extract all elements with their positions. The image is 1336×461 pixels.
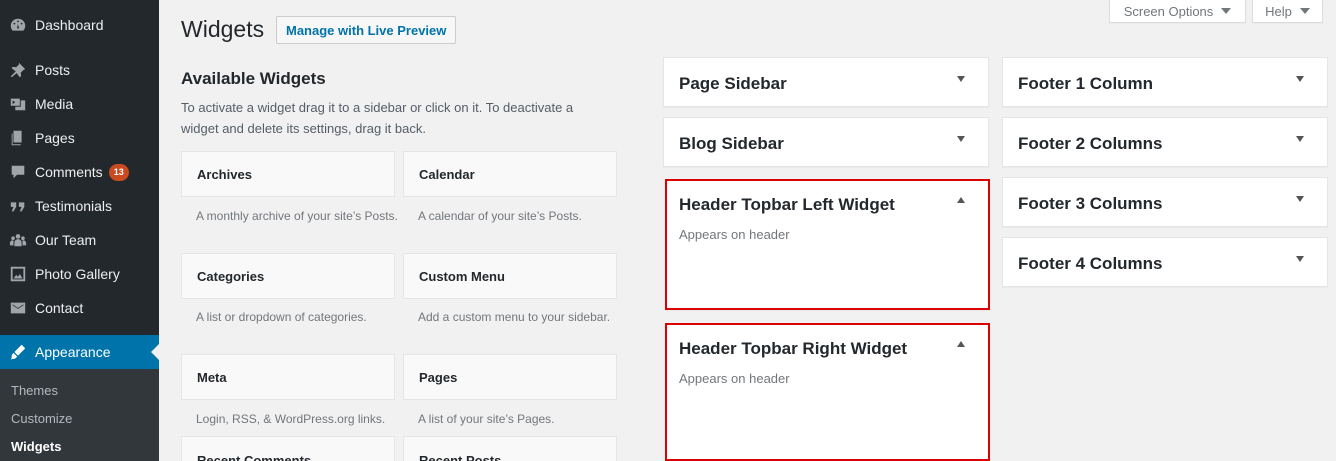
dashboard-icon bbox=[0, 16, 35, 34]
sidebar-blog-sidebar[interactable]: Blog Sidebar bbox=[663, 117, 989, 167]
toggle-arrow-icon[interactable] bbox=[957, 136, 965, 142]
menu-item-dashboard[interactable]: Dashboard bbox=[0, 8, 159, 42]
screen-options-button[interactable]: Screen Options bbox=[1109, 0, 1246, 23]
sidebar-title: Page Sidebar bbox=[679, 74, 787, 93]
menu-label: Photo Gallery bbox=[35, 266, 120, 282]
widget-description: Login, RSS, & WordPress.org links. bbox=[196, 412, 386, 426]
widget-archives[interactable]: Archives bbox=[181, 151, 395, 197]
toggle-arrow-icon[interactable] bbox=[1296, 136, 1304, 142]
widget-description: Add a custom menu to your sidebar. bbox=[418, 310, 611, 324]
sidebar-footer-1-column[interactable]: Footer 1 Column bbox=[1002, 57, 1328, 107]
email-icon bbox=[0, 299, 35, 317]
pin-icon bbox=[0, 61, 35, 79]
menu-item-appearance[interactable]: Appearance bbox=[0, 335, 159, 369]
sidebar-page-sidebar[interactable]: Page Sidebar bbox=[663, 57, 989, 107]
widget-pages[interactable]: Pages bbox=[403, 354, 617, 400]
menu-item-photo-gallery[interactable]: Photo Gallery bbox=[0, 257, 159, 291]
widget-recent-posts[interactable]: Recent Posts bbox=[403, 436, 617, 461]
sidebar-description: Appears on header bbox=[679, 371, 790, 386]
widget-description: A list or dropdown of categories. bbox=[196, 310, 367, 324]
widget-custom-menu[interactable]: Custom Menu bbox=[403, 253, 617, 299]
available-widgets-title: Available Widgets bbox=[181, 69, 326, 88]
screen-options-label: Screen Options bbox=[1123, 3, 1214, 19]
sidebar-footer-4-columns[interactable]: Footer 4 Columns bbox=[1002, 237, 1328, 287]
appearance-submenu: Themes Customize Widgets bbox=[0, 369, 159, 461]
sidebar-title: Footer 3 Columns bbox=[1018, 194, 1163, 213]
manage-live-preview-button[interactable]: Manage with Live Preview bbox=[276, 16, 457, 44]
menu-item-media[interactable]: Media bbox=[0, 87, 159, 121]
toggle-arrow-icon[interactable] bbox=[1296, 76, 1304, 82]
menu-label: Pages bbox=[35, 130, 75, 146]
menu-label: Posts bbox=[35, 62, 71, 78]
current-menu-arrow bbox=[151, 344, 159, 360]
widget-description: A calendar of your site’s Posts. bbox=[418, 209, 582, 223]
quote-icon bbox=[0, 197, 35, 215]
sidebar-header-topbar-right[interactable]: Header Topbar Right Widget Appears on he… bbox=[665, 323, 990, 461]
menu-label: Media bbox=[35, 96, 74, 112]
chevron-down-icon bbox=[1221, 8, 1232, 14]
sidebar-header-topbar-left[interactable]: Header Topbar Left Widget Appears on hea… bbox=[665, 179, 990, 310]
menu-label: Comments bbox=[35, 164, 103, 180]
sidebar-title: Header Topbar Left Widget bbox=[679, 195, 895, 214]
sidebar-title: Blog Sidebar bbox=[679, 134, 784, 153]
menu-item-contact[interactable]: Contact bbox=[0, 291, 159, 325]
toggle-arrow-icon[interactable] bbox=[1296, 256, 1304, 262]
menu-item-pages[interactable]: Pages bbox=[0, 121, 159, 155]
help-label: Help bbox=[1265, 3, 1292, 19]
sidebar-title: Footer 1 Column bbox=[1018, 74, 1154, 93]
menu-label: Appearance bbox=[35, 344, 111, 360]
gallery-icon bbox=[0, 265, 35, 283]
brush-icon bbox=[0, 343, 35, 361]
chevron-down-icon bbox=[1299, 8, 1310, 14]
menu-item-posts[interactable]: Posts bbox=[0, 53, 159, 87]
menu-item-our-team[interactable]: Our Team bbox=[0, 223, 159, 257]
comment-icon bbox=[0, 163, 35, 181]
toggle-arrow-icon[interactable] bbox=[957, 341, 965, 347]
groups-icon bbox=[0, 231, 35, 249]
sidebar-footer-3-columns[interactable]: Footer 3 Columns bbox=[1002, 177, 1328, 227]
widget-description: A list of your site’s Pages. bbox=[418, 412, 555, 426]
toggle-arrow-icon[interactable] bbox=[1296, 196, 1304, 202]
pages-icon bbox=[0, 129, 35, 147]
toggle-arrow-icon[interactable] bbox=[957, 76, 965, 82]
sidebar-title: Footer 4 Columns bbox=[1018, 254, 1163, 273]
sidebar-footer-2-columns[interactable]: Footer 2 Columns bbox=[1002, 117, 1328, 167]
widget-meta[interactable]: Meta bbox=[181, 354, 395, 400]
menu-label: Contact bbox=[35, 300, 84, 316]
media-icon bbox=[0, 95, 35, 113]
widget-description: A monthly archive of your site’s Posts. bbox=[196, 209, 398, 223]
sidebar-title: Footer 2 Columns bbox=[1018, 134, 1163, 153]
sidebar-description: Appears on header bbox=[679, 227, 790, 242]
comment-count-badge: 13 bbox=[108, 163, 129, 181]
menu-label: Our Team bbox=[35, 232, 97, 248]
widget-calendar[interactable]: Calendar bbox=[403, 151, 617, 197]
submenu-item-themes[interactable]: Themes bbox=[11, 383, 58, 398]
sidebar-title: Header Topbar Right Widget bbox=[679, 339, 908, 358]
submenu-item-widgets[interactable]: Widgets bbox=[11, 439, 61, 454]
menu-label: Dashboard bbox=[35, 17, 104, 33]
page-title: Widgets bbox=[181, 16, 265, 42]
widget-recent-comments[interactable]: Recent Comments bbox=[181, 436, 395, 461]
help-button[interactable]: Help bbox=[1252, 0, 1323, 23]
available-widgets-description: To activate a widget drag it to a sideba… bbox=[181, 100, 574, 136]
toggle-arrow-icon[interactable] bbox=[957, 197, 965, 203]
menu-item-comments[interactable]: Comments 13 bbox=[0, 155, 159, 189]
menu-label: Testimonials bbox=[35, 198, 113, 214]
admin-menu: Dashboard Posts Media Pages Comments 13 … bbox=[0, 0, 159, 461]
menu-item-testimonials[interactable]: Testimonials bbox=[0, 189, 159, 223]
submenu-item-customize[interactable]: Customize bbox=[11, 411, 72, 426]
widget-categories[interactable]: Categories bbox=[181, 253, 395, 299]
